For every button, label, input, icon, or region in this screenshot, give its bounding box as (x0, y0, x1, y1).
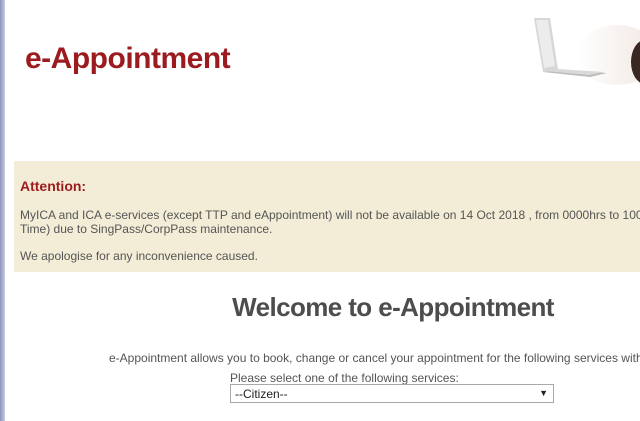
service-select[interactable]: --Citizen-- ▼ (230, 384, 554, 403)
laptop-icon (512, 0, 640, 100)
notice-line-1: MyICA and ICA e-services (except TTP and… (20, 208, 640, 222)
laptop-header-image (512, 0, 640, 100)
service-select-label: Please select one of the following servi… (230, 371, 459, 385)
maintenance-notice: Attention: MyICA and ICA e-services (exc… (14, 161, 640, 272)
service-select-value: --Citizen-- (235, 387, 288, 401)
notice-apology: We apologise for any inconvenience cause… (20, 249, 258, 263)
chevron-down-icon: ▼ (539, 388, 548, 398)
notice-line-2: Time) due to SingPass/CorpPass maintenan… (20, 222, 273, 236)
app-title: e-Appointment (25, 42, 231, 75)
welcome-heading: Welcome to e-Appointment (232, 292, 554, 322)
notice-title: Attention: (20, 178, 87, 194)
intro-text: e-Appointment allows you to book, change… (109, 351, 640, 365)
notice-message: MyICA and ICA e-services (except TTP and… (20, 208, 640, 236)
left-edge-strip (0, 0, 5, 421)
